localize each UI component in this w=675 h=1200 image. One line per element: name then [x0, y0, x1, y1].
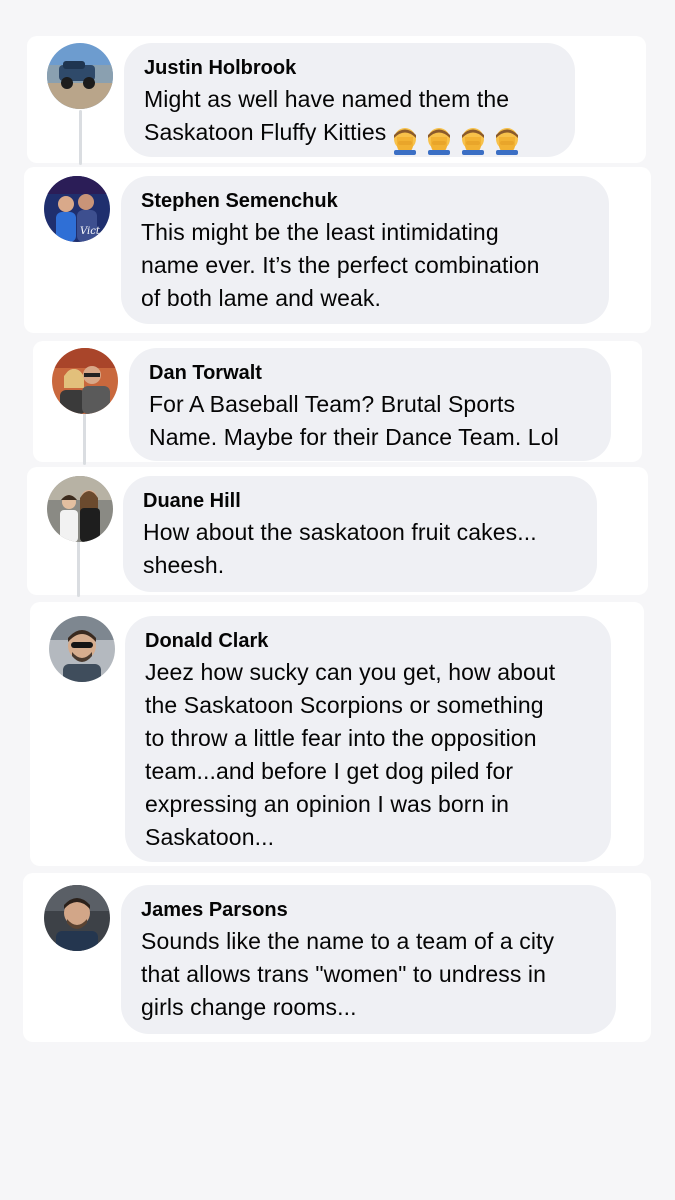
face-palm-icon	[394, 127, 417, 155]
avatar-image-truck	[47, 43, 113, 109]
comment-author[interactable]: Donald Clark	[145, 628, 591, 654]
avatar[interactable]	[47, 43, 113, 109]
face-palm-icon	[428, 127, 451, 155]
comment-author[interactable]: Dan Torwalt	[149, 360, 591, 386]
avatar[interactable]	[49, 616, 115, 682]
emoji-row	[390, 122, 526, 155]
reply-thread-line	[77, 541, 80, 597]
comment-text: How about the saskatoon fruit cakes... s…	[143, 519, 537, 578]
face-palm-icon	[496, 127, 519, 155]
comment-author[interactable]: James Parsons	[141, 897, 596, 923]
comment-author[interactable]: Duane Hill	[143, 488, 577, 514]
comment-text: Sounds like the name to a team of a city…	[141, 928, 555, 1020]
avatar[interactable]: Vict	[44, 176, 110, 242]
reply-thread-line	[83, 413, 86, 465]
comment-bubble[interactable]: James Parsons Sounds like the name to a …	[121, 885, 616, 1034]
comment-text: Jeez how sucky can you get, how about th…	[145, 659, 556, 850]
comment-bubble[interactable]: Justin Holbrook Might as well have named…	[124, 43, 575, 157]
avatar[interactable]	[47, 476, 113, 542]
avatar-image-couple	[52, 348, 118, 414]
comment-bubble[interactable]: Stephen Semenchuk This might be the leas…	[121, 176, 609, 324]
avatar[interactable]	[44, 885, 110, 951]
comment-text: This might be the least intimidating nam…	[141, 219, 540, 311]
reply-thread-line	[79, 110, 82, 165]
comment-author[interactable]: Stephen Semenchuk	[141, 188, 589, 214]
avatar-image-family	[47, 476, 113, 542]
comment-text: For A Baseball Team? Brutal Sports Name.…	[149, 391, 559, 450]
comment-bubble[interactable]: Duane Hill How about the saskatoon fruit…	[123, 476, 597, 592]
comment-text: Might as well have named them the Saskat…	[144, 83, 555, 155]
face-palm-icon	[462, 127, 485, 155]
comment-author[interactable]: Justin Holbrook	[144, 55, 555, 81]
avatar[interactable]	[52, 348, 118, 414]
comment-bubble[interactable]: Donald Clark Jeez how sucky can you get,…	[125, 616, 611, 862]
avatar-image-man-sunglasses	[49, 616, 115, 682]
avatar-image-group: Vict	[44, 176, 110, 242]
comment-bubble[interactable]: Dan Torwalt For A Baseball Team? Brutal …	[129, 348, 611, 461]
avatar-image-man	[44, 885, 110, 951]
